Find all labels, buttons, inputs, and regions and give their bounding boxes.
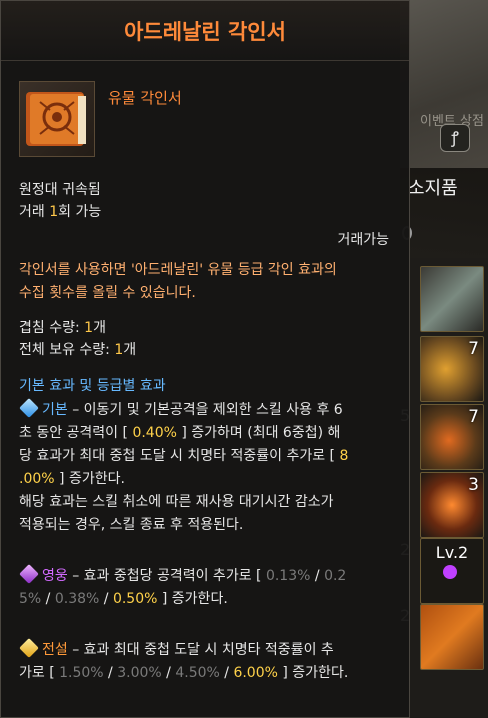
blue-gem-icon [19, 398, 39, 418]
inventory-slot-food[interactable]: 7 [420, 336, 484, 402]
inventory-slot-carrot[interactable]: 7 [420, 404, 484, 470]
slot-level: Lv.2 [435, 543, 469, 562]
heroic-effect: 영웅 – 효과 중첩당 공격력이 추가로 [ 0.13% / 0.2 5% / … [19, 564, 391, 611]
gold-gem-icon [19, 638, 39, 658]
item-description: 각인서를 사용하면 '아드레날린' 유물 등급 각인 효과의 수집 횟수를 올릴… [19, 262, 337, 301]
slot-count: 3 [468, 475, 479, 495]
basic-effect: 기본 – 이동기 및 기본공격을 제외한 스킬 사용 후 6 초 동안 공격력이… [19, 398, 391, 537]
tradable-label: 거래가능 [337, 232, 389, 248]
purple-gem-icon [19, 564, 39, 584]
item-tooltip: 아드레날린 각인서 유물 각인서 원정대 귀속됨 거래 1회 가능 거래가능 각… [0, 0, 410, 718]
item-title: 아드레날린 각인서 [1, 1, 409, 61]
inventory-slot-engraving[interactable] [420, 604, 484, 670]
inventory-slot-crystal[interactable]: 3 [420, 472, 484, 538]
bound-status: 원정대 귀속됨 [19, 182, 101, 198]
trade-count: 거래 1회 가능 [19, 204, 102, 220]
inventory-slot-helmet[interactable] [420, 266, 484, 332]
slot-count: 7 [468, 339, 479, 359]
slot-count: 7 [468, 407, 479, 427]
item-grade: 유물 각인서 [108, 89, 182, 107]
stack-quantity: 겹침 수량: 1개 [19, 320, 106, 336]
item-header: 유물 각인서 [1, 61, 409, 171]
inventory-title: 소지품 [408, 178, 458, 199]
legendary-effect: 전설 – 효과 최대 중첩 도달 시 치명타 적중률이 추 가로 [ 1.50%… [19, 638, 391, 685]
hook-icon[interactable]: ꝭ [440, 124, 470, 152]
purple-gem-icon [443, 565, 457, 579]
inventory-slot-gem[interactable]: Lv.2 [420, 538, 484, 604]
inventory-header: 소지품 [400, 168, 488, 258]
owned-quantity: 전체 보유 수량: 1개 [19, 342, 137, 358]
engraving-book-icon [19, 81, 95, 157]
effects-header: 기본 효과 및 등급별 효과 [19, 378, 166, 394]
